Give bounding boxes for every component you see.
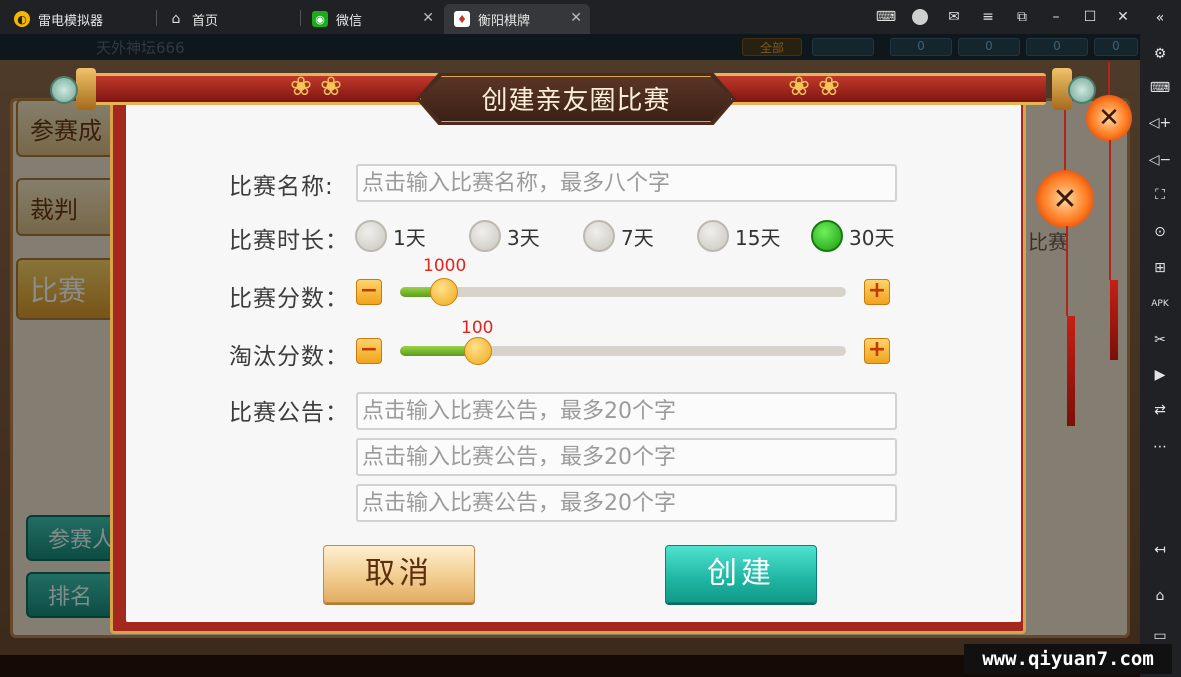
resize-icon[interactable]: ⧉: [1012, 7, 1032, 27]
notice-input-1[interactable]: [358, 394, 895, 428]
dialog-close-icon[interactable]: ✕: [1036, 170, 1094, 228]
match-score-label: 比赛分数：: [229, 286, 349, 312]
user-icon[interactable]: [910, 7, 930, 27]
radio-button[interactable]: [697, 220, 729, 252]
cancel-button[interactable]: 取消: [323, 545, 475, 603]
duration-option-label: 15天: [735, 225, 781, 250]
radio-button[interactable]: [355, 220, 387, 252]
score-slider-track[interactable]: [400, 287, 846, 297]
duration-option-7[interactable]: 7天: [583, 219, 654, 253]
duration-option-15[interactable]: 15天: [697, 219, 780, 253]
tab-close-icon[interactable]: ✕: [422, 10, 434, 26]
lantern-rope: [1109, 140, 1111, 280]
duration-option-label: 30天: [849, 225, 895, 250]
scroll-knob-left-icon: [50, 76, 78, 104]
elim-value: 100: [461, 318, 494, 338]
duration-option-label: 3天: [507, 225, 540, 250]
elim-slider-thumb[interactable]: [464, 337, 492, 365]
tab-home[interactable]: ⌂ 首页: [158, 4, 298, 34]
cloud-ornament-icon: ❀ ❀: [290, 72, 342, 102]
ldplayer-logo-icon: ◐: [14, 11, 30, 27]
elimination-score-label: 淘汰分数：: [229, 344, 349, 370]
radio-button[interactable]: [469, 220, 501, 252]
settings-icon[interactable]: ⚙: [1148, 42, 1172, 66]
lantern-tassel-icon: [1067, 316, 1075, 426]
lantern-rope: [1064, 110, 1066, 170]
match-name-label: 比赛名称:: [229, 174, 334, 200]
create-button[interactable]: 创建: [665, 545, 817, 603]
watermark: www.qiyuan7.com: [964, 644, 1172, 674]
notice-input-2[interactable]: [358, 440, 895, 474]
collapse-icon[interactable]: «: [1148, 6, 1172, 30]
lantern-tassel-icon: [1110, 280, 1118, 360]
score-slider-thumb[interactable]: [430, 278, 458, 306]
duration-option-1[interactable]: 1天: [355, 219, 426, 253]
record-icon[interactable]: ⊙: [1148, 220, 1172, 244]
minimize-icon[interactable]: –: [1046, 7, 1066, 27]
title-bar: ◐ 雷电模拟器 ⌂ 首页 ◉ 微信 ✕ ♦ 衡阳棋牌 ✕ ⌨ ✉ ≡ ⧉ – ☐…: [0, 0, 1140, 34]
dialog-title: 创建亲友圈比赛: [481, 86, 671, 116]
notice-input-3[interactable]: [358, 486, 895, 520]
wechat-icon: ◉: [312, 11, 328, 27]
notice-field: [356, 438, 897, 476]
scroll-knob-right-icon: [1068, 76, 1096, 104]
tab-wechat[interactable]: ◉ 微信 ✕: [302, 4, 442, 34]
tab-label: 微信: [336, 13, 363, 29]
scroll-rod-end-left: [76, 68, 96, 110]
duration-label: 比赛时长：: [229, 228, 349, 254]
keyboard-icon[interactable]: ⌨: [1148, 76, 1172, 100]
volume-up-icon[interactable]: ◁+: [1148, 111, 1172, 135]
gamepad-icon[interactable]: ⌨: [876, 7, 896, 27]
match-name-field: [356, 164, 897, 202]
tab-close-icon[interactable]: ✕: [570, 10, 582, 26]
volume-down-icon[interactable]: ◁−: [1148, 148, 1172, 172]
notice-field: [356, 484, 897, 522]
notice-label: 比赛公告：: [229, 400, 349, 426]
tab-label: 首页: [192, 13, 219, 29]
duration-option-label: 7天: [621, 225, 654, 250]
close-lantern-icon[interactable]: ✕: [1086, 95, 1132, 141]
maximize-icon[interactable]: ☐: [1080, 7, 1100, 27]
match-name-input[interactable]: [358, 166, 895, 200]
duration-option-30[interactable]: 30天: [811, 219, 894, 253]
home-icon: ⌂: [171, 11, 181, 27]
emulator-sidebar: « ⚙ ⌨ ◁+ ◁− ⛶ ⊙ ⊞ APK ✂ ▶ ⇄ ⋯ ↤ ⌂ ▭: [1140, 0, 1181, 677]
tab-divider: [156, 10, 157, 26]
screenshot-icon[interactable]: ⛶: [1148, 183, 1172, 207]
radio-button-selected[interactable]: [811, 220, 843, 252]
tab-hengyang-chess[interactable]: ♦ 衡阳棋牌 ✕: [444, 4, 590, 34]
app-name: 雷电模拟器: [38, 13, 104, 29]
scissors-icon[interactable]: ✂: [1148, 328, 1172, 352]
video-icon[interactable]: ▶: [1148, 363, 1172, 387]
duration-option-label: 1天: [393, 225, 426, 250]
back-icon[interactable]: ↤: [1148, 538, 1172, 562]
radio-button[interactable]: [583, 220, 615, 252]
more-icon[interactable]: ⋯: [1148, 435, 1172, 459]
duration-option-3[interactable]: 3天: [469, 219, 540, 253]
notice-field: [356, 392, 897, 430]
add-app-icon[interactable]: ⊞: [1148, 256, 1172, 280]
sync-icon[interactable]: ⇄: [1148, 398, 1172, 422]
score-value: 1000: [423, 256, 467, 276]
home-icon[interactable]: ⌂: [1148, 584, 1172, 608]
tab-app[interactable]: ◐ 雷电模拟器: [4, 4, 154, 34]
cloud-ornament-icon: ❀ ❀: [788, 72, 840, 102]
elim-plus-button[interactable]: +: [864, 338, 890, 364]
tab-divider: [300, 10, 301, 26]
apk-icon[interactable]: APK: [1148, 292, 1172, 316]
elim-minus-button[interactable]: −: [356, 338, 382, 364]
score-minus-button[interactable]: −: [356, 279, 382, 305]
game-app-icon: ♦: [454, 11, 470, 27]
lantern-rope: [1066, 226, 1068, 316]
close-icon[interactable]: ✕: [1113, 7, 1133, 27]
mail-icon[interactable]: ✉: [944, 7, 964, 27]
menu-icon[interactable]: ≡: [978, 7, 998, 27]
tab-label: 衡阳棋牌: [478, 13, 531, 29]
score-plus-button[interactable]: +: [864, 279, 890, 305]
